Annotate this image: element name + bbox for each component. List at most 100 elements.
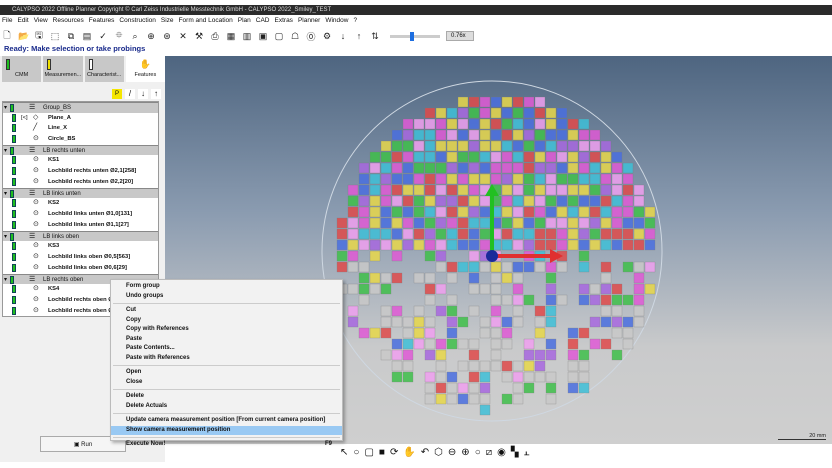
- tab-characterist-[interactable]: Characterist...: [84, 56, 124, 82]
- tree-group[interactable]: ▾ ☰ Group_BS: [3, 102, 158, 113]
- save-icon[interactable]: 🖫: [34, 28, 44, 44]
- wrench-icon[interactable]: ⚒: [194, 31, 204, 42]
- context-item-delete-actuals[interactable]: Delete Actuals: [111, 402, 342, 412]
- doc-icon[interactable]: ▢: [274, 31, 284, 42]
- hole-pattern-cell: [402, 316, 414, 328]
- context-item-paste-contents[interactable]: Paste Contents...: [111, 344, 342, 354]
- tree-item[interactable]: ⊙ Lochbild rechts unten Ø2,2[20]: [3, 177, 158, 188]
- zoom-out-icon[interactable]: ⊖: [448, 447, 456, 458]
- menu-extras[interactable]: Extras: [275, 17, 293, 27]
- menu-view[interactable]: View: [34, 17, 48, 27]
- tree-item[interactable]: ⊙ Lochbild links oben Ø0,5[563]: [3, 252, 158, 263]
- check-icon[interactable]: ✓: [98, 31, 108, 42]
- context-item-form-group[interactable]: Form group: [111, 282, 342, 292]
- zoom-icon[interactable]: ⊕: [146, 31, 156, 42]
- zoom-fit-icon[interactable]: ○: [475, 447, 481, 458]
- menu-cad[interactable]: CAD: [256, 17, 270, 27]
- menu-form-and-location[interactable]: Form and Location: [179, 17, 233, 27]
- tab-cmm[interactable]: CMM: [2, 56, 42, 82]
- person-icon[interactable]: ☖: [290, 31, 300, 42]
- tab-features[interactable]: ✋ Features: [125, 56, 165, 82]
- context-item-delete[interactable]: Delete: [111, 392, 342, 402]
- hole-pattern-cell: [435, 283, 447, 295]
- tree-item[interactable]: ╱ Line_X: [3, 123, 158, 134]
- tree-item[interactable]: ⊙ KS3: [3, 241, 158, 252]
- settings-icon[interactable]: ⚙: [322, 31, 332, 42]
- tree-item[interactable]: ⊙ KS1: [3, 155, 158, 166]
- tree-group[interactable]: ▾ ☰ LB links oben: [3, 230, 158, 242]
- tab-measuremen-[interactable]: Measuremen...: [43, 56, 83, 82]
- context-item-paste[interactable]: Paste: [111, 335, 342, 345]
- menu-size[interactable]: Size: [161, 17, 174, 27]
- tree-item[interactable]: ⊙ Lochbild links unten Ø1,0[131]: [3, 209, 158, 220]
- context-item-cut[interactable]: Cut: [111, 306, 342, 316]
- context-item-undo-groups[interactable]: Undo groups: [111, 292, 342, 302]
- tree-item[interactable]: [<] ◇ Plane_A: [3, 113, 158, 124]
- line-tool-icon[interactable]: /: [125, 89, 135, 99]
- zoom-slider-thumb[interactable]: [410, 31, 414, 41]
- cube-icon[interactable]: ▢: [364, 447, 373, 458]
- sort-down-icon[interactable]: ↓: [338, 31, 348, 41]
- view-cube-icon[interactable]: ⬡: [434, 447, 443, 458]
- undo-view-icon[interactable]: ↶: [421, 447, 429, 458]
- context-item-close[interactable]: Close: [111, 378, 342, 388]
- probe-icon[interactable]: ⯐: [114, 28, 124, 44]
- context-item-show-camera-measurement-position[interactable]: Show camera measurement position: [111, 425, 342, 435]
- menu-file[interactable]: File: [2, 17, 12, 27]
- menu-?[interactable]: ?: [353, 17, 357, 27]
- p-icon[interactable]: P: [112, 89, 122, 99]
- menu-planner[interactable]: Planner: [298, 17, 320, 27]
- hole-pattern-cell: [479, 96, 491, 108]
- hole-pattern-cell: [512, 393, 524, 405]
- context-item-copy[interactable]: Copy: [111, 316, 342, 326]
- tree-group[interactable]: ▾ ☰ LB links unten: [3, 187, 158, 199]
- context-item-update-camera-measurement-position-from-current-camera-position[interactable]: Update camera measurement position [From…: [111, 416, 342, 426]
- camera-icon[interactable]: ◉: [497, 447, 506, 458]
- arrow-up-icon[interactable]: ↑: [151, 89, 161, 99]
- zoom-slider[interactable]: [390, 31, 440, 41]
- menu-edit[interactable]: Edit: [17, 17, 28, 27]
- context-item-copy-with-references[interactable]: Copy with References: [111, 325, 342, 335]
- paste-icon[interactable]: ▤: [82, 31, 92, 42]
- print-icon[interactable]: ⎙: [210, 31, 220, 42]
- table-icon[interactable]: ▥: [242, 31, 252, 42]
- target-icon[interactable]: ⊛: [162, 31, 172, 42]
- sort-up-icon[interactable]: ↑: [354, 31, 364, 41]
- select-icon[interactable]: ⬚: [50, 31, 60, 42]
- tree-item[interactable]: ⊙ KS2: [3, 198, 158, 209]
- hole-pattern-cell: [479, 162, 491, 174]
- context-item-open[interactable]: Open: [111, 368, 342, 378]
- menu-window[interactable]: Window: [325, 17, 348, 27]
- menu-resources[interactable]: Resources: [53, 17, 84, 27]
- search-icon[interactable]: ⌕: [130, 31, 140, 42]
- context-item-paste-with-references[interactable]: Paste with References: [111, 354, 342, 364]
- circle-icon[interactable]: ○: [353, 447, 359, 458]
- tree-item[interactable]: ⊙ Lochbild rechts unten Ø2,1[258]: [3, 166, 158, 177]
- report-icon[interactable]: ▦: [226, 31, 236, 42]
- tree-item[interactable]: ⊙ Circle_BS: [3, 134, 158, 145]
- zoom-in-icon[interactable]: ⊕: [461, 447, 469, 458]
- filter-icon[interactable]: ⇅: [370, 31, 380, 42]
- context-item-execute-now[interactable]: Execute Now! F9: [111, 440, 342, 450]
- tools-icon[interactable]: ✕: [178, 31, 188, 42]
- tree-item[interactable]: ⊙ Lochbild links oben Ø0,6[29]: [3, 263, 158, 274]
- new-icon[interactable]: 🗋: [2, 28, 12, 44]
- tree-group[interactable]: ▾ ☰ LB rechts unten: [3, 144, 158, 156]
- tree-item[interactable]: ⊙ Lochbild links unten Ø1,1[27]: [3, 220, 158, 231]
- layer-icon[interactable]: ▚: [511, 447, 519, 458]
- zoom-value-field[interactable]: 0.76x: [446, 31, 474, 41]
- plan-icon[interactable]: ▣: [258, 31, 268, 42]
- menu-features[interactable]: Features: [89, 17, 115, 27]
- pan-icon[interactable]: ✋: [403, 447, 415, 458]
- rotate-icon[interactable]: ⟳: [390, 447, 398, 458]
- help-icon[interactable]: ⓪: [306, 30, 316, 43]
- section-icon[interactable]: ⫠: [524, 447, 530, 458]
- copy-icon[interactable]: ⧉: [66, 31, 76, 42]
- arrow-down-icon[interactable]: ↓: [138, 89, 148, 99]
- menu-plan[interactable]: Plan: [238, 17, 251, 27]
- zoom-window-icon[interactable]: ⧄: [486, 447, 492, 458]
- menu-construction[interactable]: Construction: [119, 17, 156, 27]
- hole-pattern-cell: [578, 162, 590, 174]
- solid-view-icon[interactable]: ■: [379, 447, 385, 458]
- open-icon[interactable]: 📂: [18, 31, 29, 42]
